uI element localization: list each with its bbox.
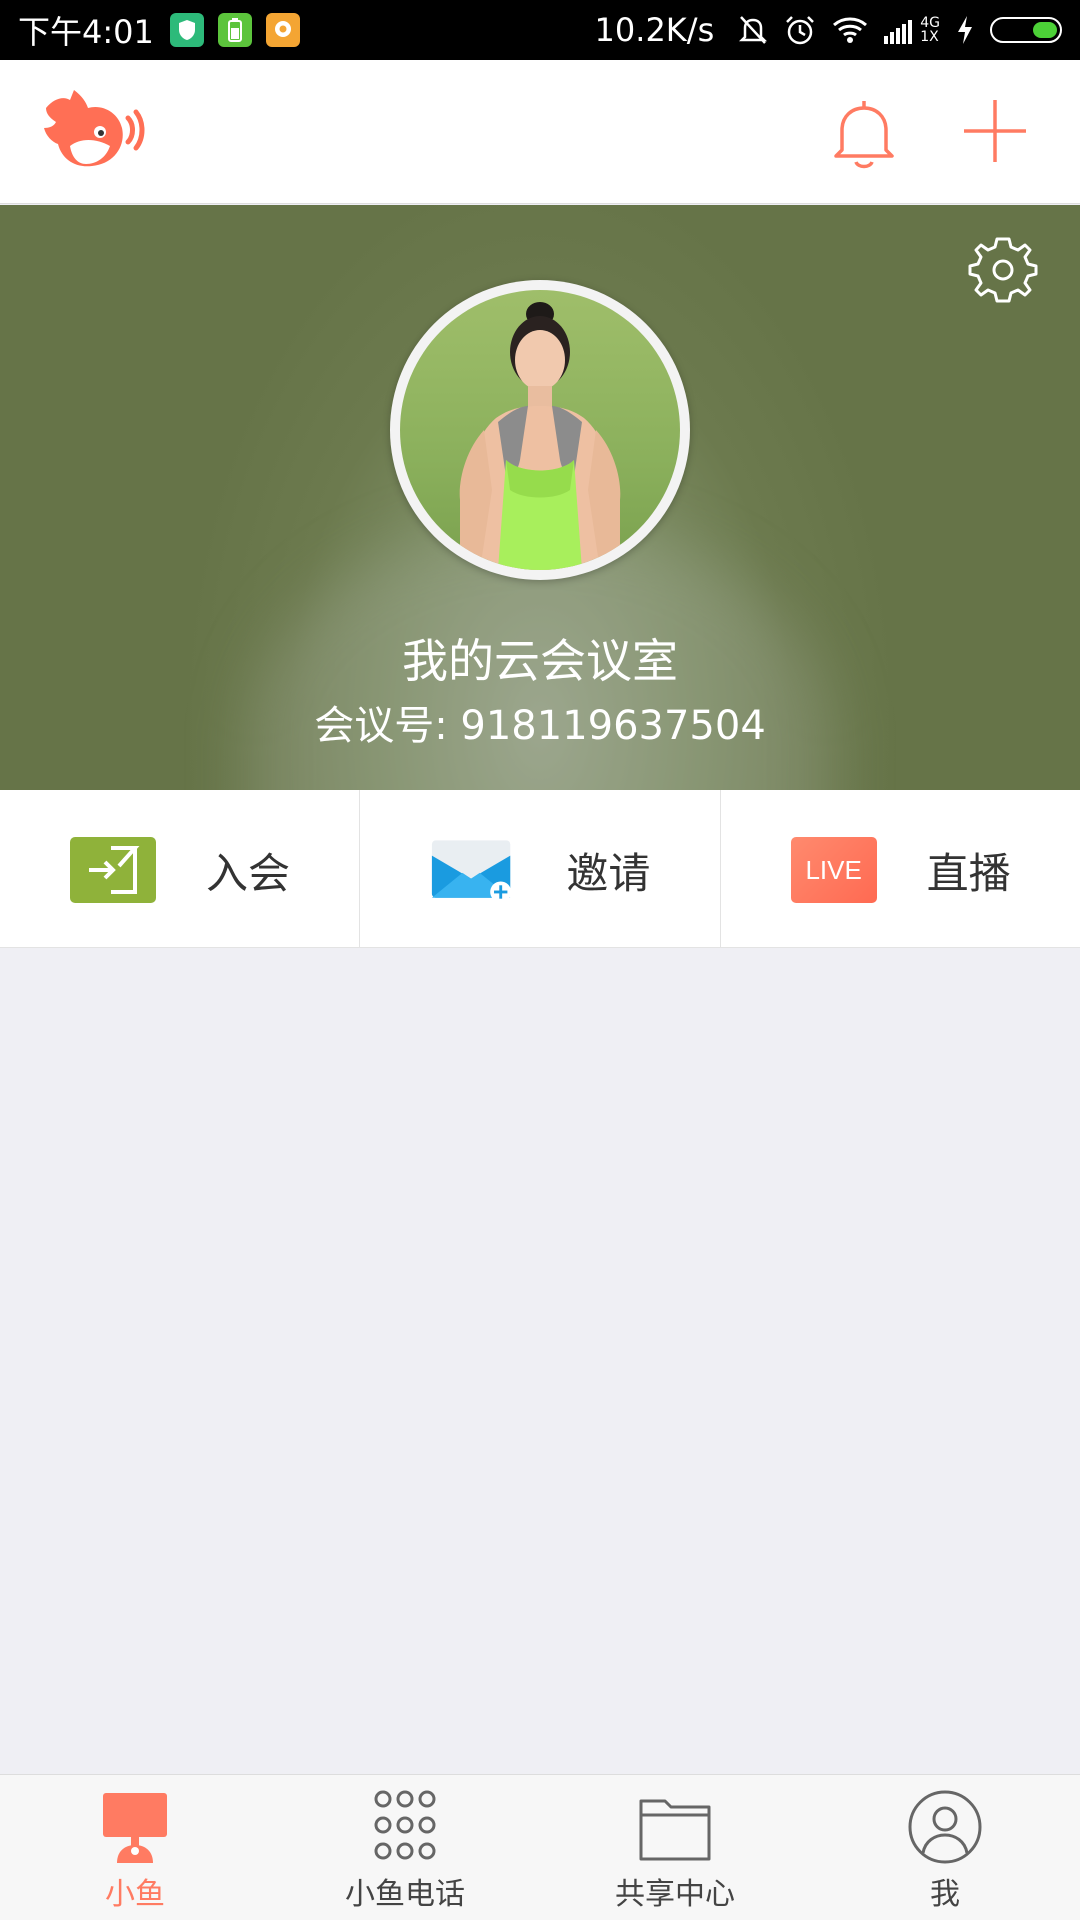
tab-share-center[interactable]: 共享中心	[540, 1775, 810, 1920]
live-icon: LIVE	[790, 837, 877, 903]
cell-signal-icon	[884, 16, 913, 44]
live-stream-button[interactable]: LIVE 直播	[719, 790, 1080, 947]
alarm-icon	[786, 16, 815, 45]
tab-share-center-label: 共享中心	[615, 1877, 735, 1912]
mute-bell-icon	[739, 16, 768, 44]
chat-app-icon	[265, 13, 300, 47]
tab-me-label: 我	[930, 1877, 960, 1912]
person-icon	[908, 1790, 982, 1864]
bell-icon[interactable]	[830, 98, 898, 170]
network-speed: 10.2K/s	[594, 11, 715, 49]
join-meeting-button[interactable]: 入会	[0, 790, 359, 947]
top-app-bar	[0, 60, 1080, 204]
fish-logo-icon[interactable]	[40, 88, 146, 178]
battery-icon	[990, 17, 1062, 43]
monitor-icon	[103, 1793, 167, 1863]
join-label: 入会	[206, 849, 291, 898]
signal-type-top: 4G	[920, 15, 940, 31]
live-label: 直播	[926, 849, 1011, 898]
wifi-icon	[833, 17, 868, 43]
avatar-photo	[400, 290, 680, 570]
charging-icon	[958, 16, 972, 44]
invite-button[interactable]: 邀请	[359, 790, 719, 947]
room-title: 我的云会议室	[402, 634, 678, 688]
tab-xiaoyu[interactable]: 小鱼	[0, 1775, 270, 1920]
tab-me[interactable]: 我	[810, 1775, 1080, 1920]
tab-xiaoyu-label: 小鱼	[105, 1877, 165, 1912]
tab-xiaoyu-phone-label: 小鱼电话	[345, 1877, 465, 1912]
signal-type-bottom: 1X	[920, 29, 939, 45]
join-icon	[70, 837, 156, 903]
live-icon-text: LIVE	[805, 854, 862, 885]
bottom-nav: 小鱼 小鱼电话 共享中心 我	[0, 1774, 1080, 1920]
shield-app-icon	[169, 13, 204, 47]
gear-icon[interactable]	[968, 235, 1038, 305]
plus-icon[interactable]	[962, 98, 1028, 164]
tab-xiaoyu-phone[interactable]: 小鱼电话	[270, 1775, 540, 1920]
status-bar: 下午4:01 10.2K/s 4G 1X	[0, 0, 1080, 60]
room-number: 会议号: 918119637504	[314, 703, 766, 749]
status-time: 下午4:01	[18, 13, 154, 51]
action-row: 入会 邀请 LIVE 直播	[0, 790, 1080, 948]
dialpad-icon	[374, 1790, 436, 1860]
envelope-icon	[430, 837, 516, 903]
folder-icon	[639, 1799, 711, 1861]
battery-app-icon	[217, 13, 252, 47]
invite-label: 邀请	[566, 849, 651, 898]
meeting-room-header: 我的云会议室 会议号: 918119637504	[0, 205, 1080, 790]
avatar[interactable]	[390, 280, 690, 580]
